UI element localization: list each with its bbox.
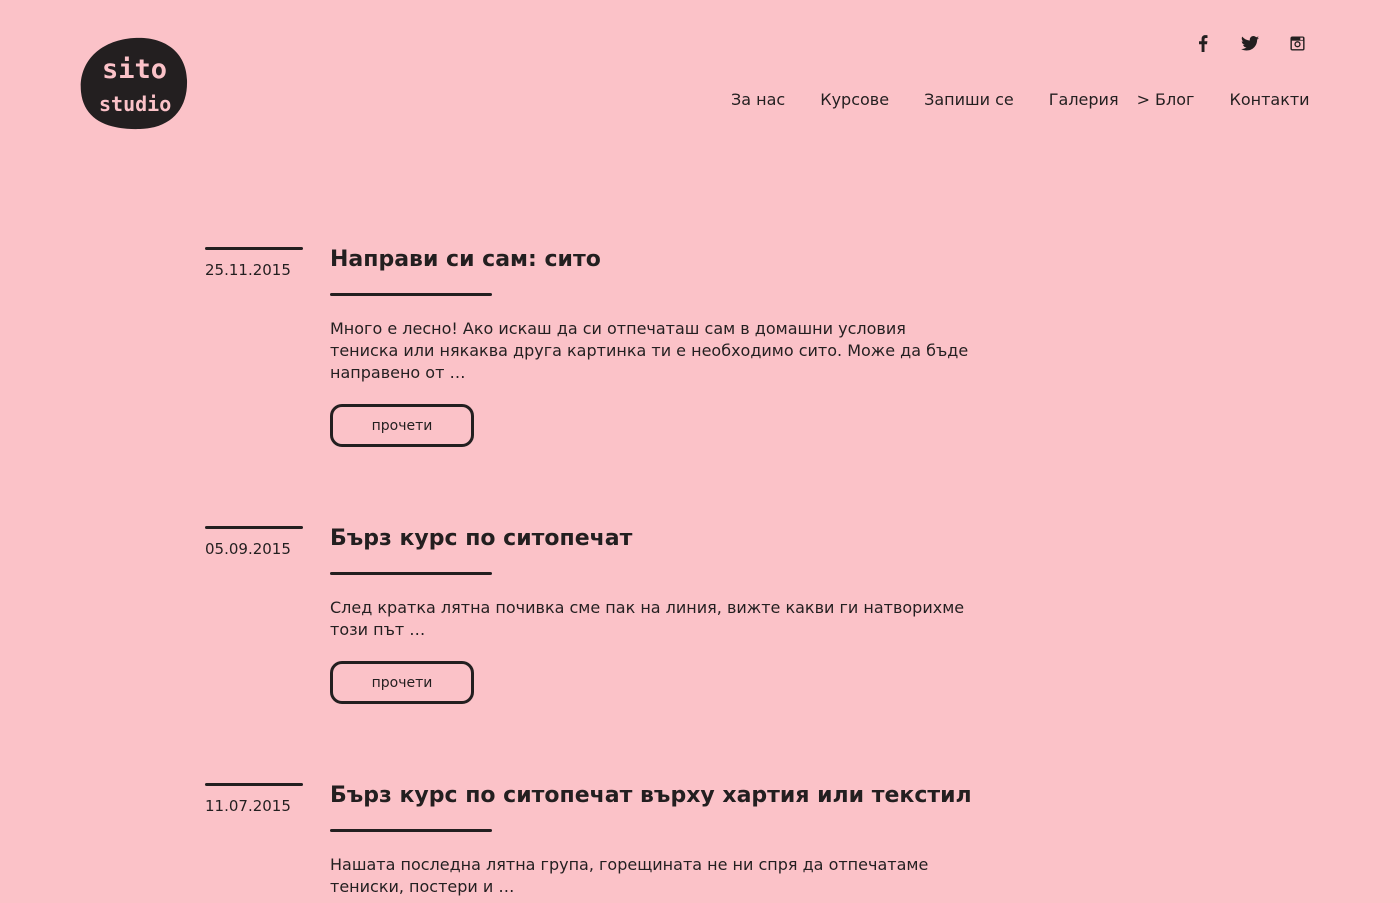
facebook-link[interactable] — [1188, 32, 1218, 54]
post-date-column: 25.11.2015 — [205, 247, 303, 279]
post-date-column: 11.07.2015 — [205, 783, 303, 815]
facebook-icon — [1199, 34, 1208, 52]
main-nav: За нас Курсове Запиши се Галерия > Блог … — [731, 89, 1310, 111]
post-date-column: 05.09.2015 — [205, 526, 303, 558]
nav-item-gallery[interactable]: Галерия — [1049, 89, 1119, 111]
date-divider — [205, 783, 303, 786]
read-more-button[interactable]: прочети — [330, 661, 474, 704]
post-date: 05.09.2015 — [205, 540, 291, 558]
post-body: Направи си сам: сито Много е лесно! Ако … — [330, 247, 990, 447]
nav-item-contacts[interactable]: Контакти — [1229, 89, 1309, 111]
title-divider — [330, 829, 492, 832]
instagram-link[interactable] — [1282, 32, 1312, 54]
read-more-button[interactable]: прочети — [330, 404, 474, 447]
post-title[interactable]: Бърз курс по ситопечат — [330, 525, 990, 553]
date-divider — [205, 526, 303, 529]
logo-word-sito: sito — [102, 54, 167, 85]
instagram-icon — [1289, 35, 1305, 51]
post-body: Бърз курс по ситопечат След кратка лятна… — [330, 526, 990, 704]
nav-item-blog-active[interactable]: > Блог — [1137, 89, 1195, 111]
twitter-link[interactable] — [1235, 32, 1265, 54]
date-divider — [205, 247, 303, 250]
post-date: 25.11.2015 — [205, 261, 291, 279]
social-links — [1188, 32, 1312, 54]
site-logo[interactable]: sito studio — [80, 36, 188, 130]
post-title[interactable]: Направи си сам: сито — [330, 246, 990, 274]
post-title[interactable]: Бърз курс по ситопечат върху хартия или … — [330, 782, 990, 810]
nav-item-signup[interactable]: Запиши се — [924, 89, 1014, 111]
post-date: 11.07.2015 — [205, 797, 291, 815]
post-excerpt: Много е лесно! Ако искаш да си отпечаташ… — [330, 319, 969, 382]
title-divider — [330, 572, 492, 575]
post-body: Бърз курс по ситопечат върху хартия или … — [330, 783, 990, 898]
title-divider — [330, 293, 492, 296]
twitter-icon — [1241, 35, 1259, 51]
sito-studio-logo: sito studio — [80, 37, 188, 130]
logo-word-studio: studio — [99, 92, 171, 116]
nav-item-courses[interactable]: Курсове — [820, 89, 889, 111]
post-excerpt: Нашата последна лятна група, горещината … — [330, 855, 929, 896]
post-excerpt: След кратка лятна почивка сме пак на лин… — [330, 598, 965, 639]
nav-item-about[interactable]: За нас — [731, 89, 785, 111]
